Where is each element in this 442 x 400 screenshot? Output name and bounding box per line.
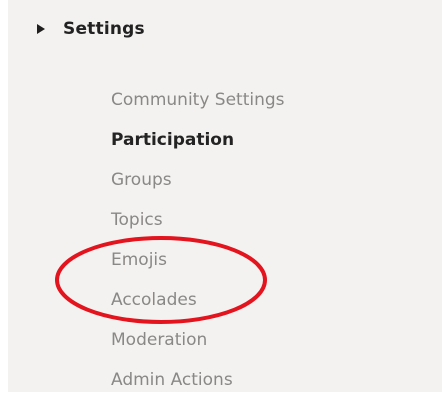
nav-item-moderation[interactable]: Moderation — [111, 320, 285, 360]
nav-item-community-settings[interactable]: Community Settings — [111, 80, 285, 120]
caret-right-icon — [37, 24, 45, 34]
nav-item-accolades[interactable]: Accolades — [111, 280, 285, 320]
nav-item-admin-actions[interactable]: Admin Actions — [111, 360, 285, 400]
nav-item-topics[interactable]: Topics — [111, 200, 285, 240]
settings-panel: Settings Community Settings Participatio… — [8, 0, 442, 392]
settings-section-toggle[interactable]: Settings — [37, 15, 145, 43]
nav-item-groups[interactable]: Groups — [111, 160, 285, 200]
settings-nav: Community Settings Participation Groups … — [111, 80, 285, 400]
section-title: Settings — [63, 19, 145, 39]
nav-item-participation[interactable]: Participation — [111, 120, 285, 160]
nav-item-emojis[interactable]: Emojis — [111, 240, 285, 280]
